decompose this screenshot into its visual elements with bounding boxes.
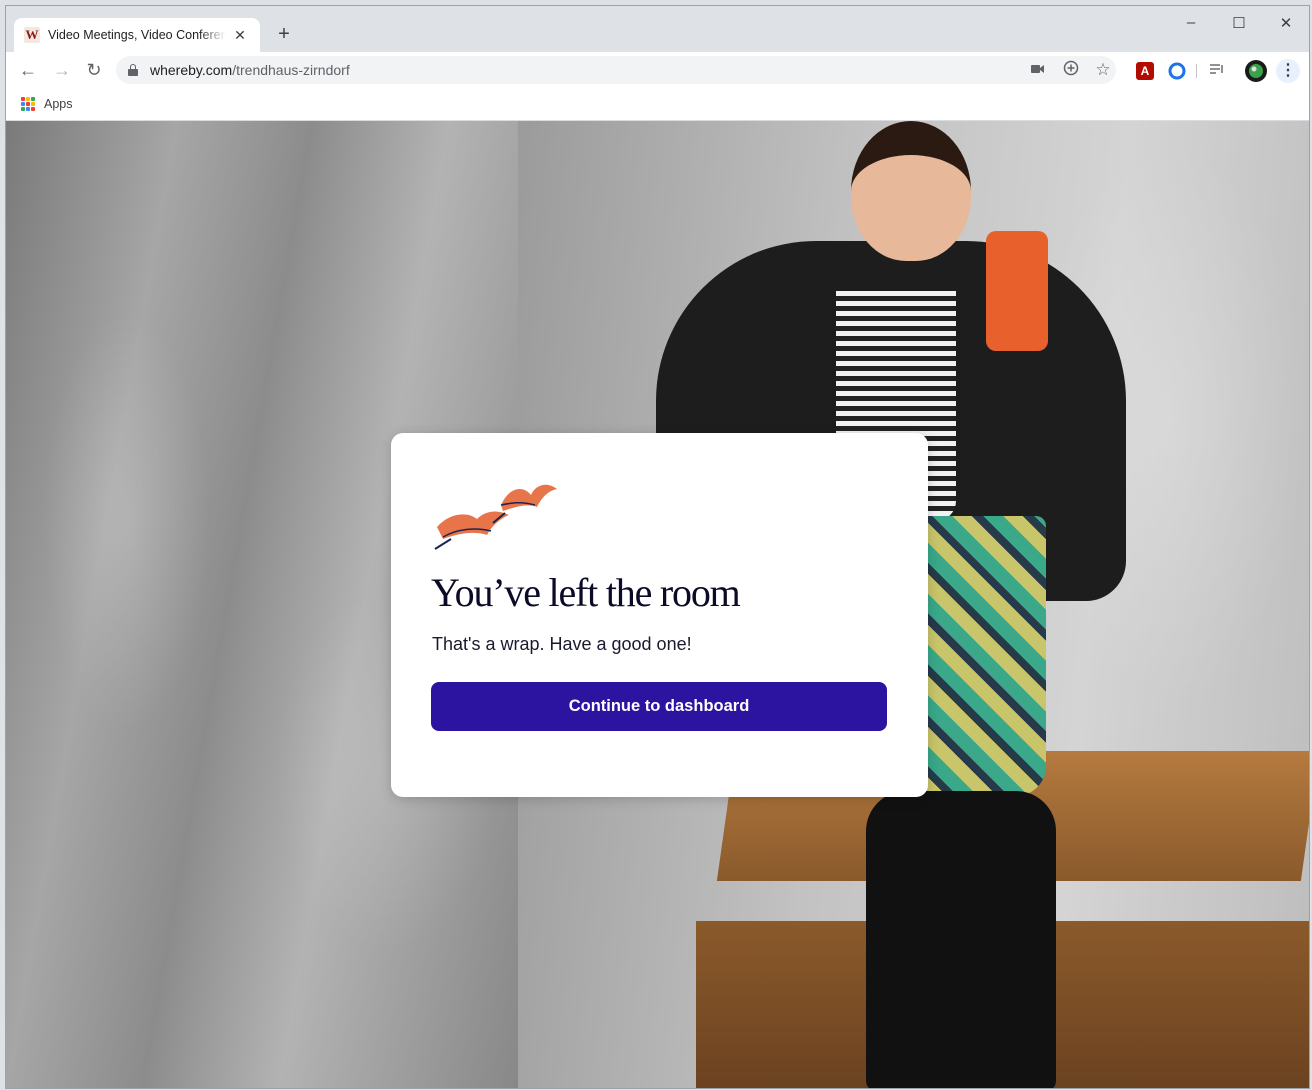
apps-grid-icon[interactable] — [21, 97, 35, 111]
left-room-dialog: You’ve left the room That's a wrap. Have… — [391, 433, 928, 797]
dialog-subtitle: That's a wrap. Have a good one! — [432, 634, 692, 654]
toolbar-divider — [1196, 64, 1197, 78]
browser-tab-active[interactable]: W Video Meetings, Video Conferencing ✕ — [14, 18, 260, 52]
browser-menu-icon[interactable]: ⋮ — [1276, 59, 1300, 83]
background-photo-person-head — [851, 121, 971, 261]
bookmarks-bar: Apps — [6, 88, 1309, 121]
browser-window: W Video Meetings, Video Conferencing ✕ +… — [5, 5, 1310, 1089]
back-arrow-icon[interactable]: ← — [16, 58, 40, 82]
birds-illustration-icon — [434, 484, 557, 550]
media-queue-icon[interactable] — [1208, 62, 1226, 80]
camera-icon[interactable] — [1028, 60, 1048, 80]
acrobat-extension-icon[interactable]: A — [1136, 62, 1154, 80]
tab-title: Video Meetings, Video Conferencing — [48, 28, 226, 42]
background-photo-person-legs — [866, 791, 1056, 1088]
background-photo-phone — [986, 231, 1048, 351]
address-bar[interactable]: whereby.com/trendhaus-zirndorf ☆ — [116, 56, 1116, 84]
profile-avatar[interactable] — [1245, 60, 1267, 82]
apps-bookmark-label[interactable]: Apps — [44, 97, 73, 111]
bookmark-star-icon[interactable]: ☆ — [1093, 60, 1113, 80]
close-window-icon[interactable]: ✕ — [1263, 14, 1309, 32]
extension-refresh-icon[interactable] — [1168, 62, 1186, 80]
page-content: You’ve left the room That's a wrap. Have… — [6, 121, 1309, 1088]
maximize-window-icon[interactable]: ☐ — [1216, 14, 1262, 32]
reload-icon[interactable]: ↻ — [82, 58, 106, 82]
whereby-favicon-icon: W — [24, 27, 40, 43]
close-tab-icon[interactable]: ✕ — [232, 27, 248, 44]
zoom-icon[interactable] — [1061, 60, 1081, 80]
dialog-title: You’ve left the room — [431, 570, 741, 615]
browser-toolbar: ← → ↻ whereby.com/trendhaus-zirndorf ☆ A… — [6, 52, 1309, 88]
lock-icon — [128, 64, 138, 76]
url-host: whereby.com — [150, 62, 233, 78]
new-tab-plus-icon[interactable]: + — [272, 22, 296, 46]
minimize-window-icon[interactable]: – — [1168, 14, 1214, 31]
forward-arrow-icon[interactable]: → — [50, 58, 74, 82]
url-path: /trendhaus-zirndorf — [232, 62, 350, 78]
continue-to-dashboard-button[interactable]: Continue to dashboard — [431, 682, 887, 731]
tab-strip: W Video Meetings, Video Conferencing ✕ +… — [6, 6, 1309, 52]
